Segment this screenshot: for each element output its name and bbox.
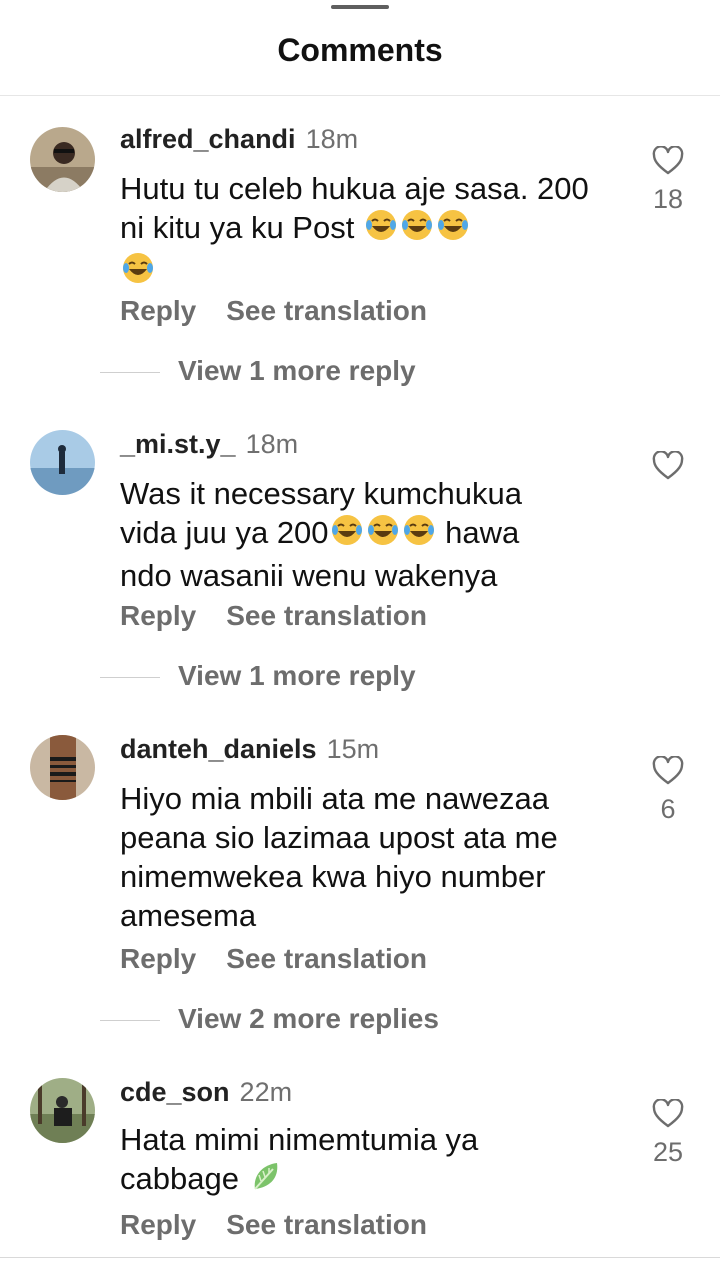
divider [0, 95, 720, 96]
heart-outline-icon[interactable] [648, 756, 688, 786]
username[interactable]: danteh_daniels [120, 734, 317, 764]
view-replies-label: View 1 more reply [178, 355, 416, 386]
like-count: 6 [660, 794, 676, 824]
comment-actions: Reply See translation [120, 1209, 427, 1241]
laughing-tears-emoji-icon [400, 208, 434, 251]
see-translation-button[interactable]: See translation [226, 1209, 427, 1240]
laughing-tears-emoji-icon [121, 251, 155, 294]
like-count: 18 [652, 184, 684, 214]
comment-body: Hutu tu celeb hukua aje sasa. 200 ni kit… [120, 171, 589, 245]
timestamp: 22m [239, 1077, 293, 1107]
reply-thread-line [100, 1020, 160, 1022]
timestamp: 15m [326, 734, 380, 764]
divider [0, 1257, 720, 1258]
comment-body-line: vida juu ya 200 [120, 515, 329, 550]
timestamp: 18m [305, 124, 359, 154]
laughing-tears-emoji-icon [436, 208, 470, 251]
reply-thread-line [100, 677, 160, 679]
username[interactable]: alfred_chandi [120, 124, 296, 154]
comment-actions: Reply See translation [120, 295, 427, 327]
reply-button[interactable]: Reply [120, 943, 196, 974]
comment-body-line: Was it necessary kumchukua [120, 476, 523, 511]
username[interactable]: cde_son [120, 1077, 230, 1107]
comment-actions: Reply See translation [120, 600, 427, 632]
like-control: 25 [648, 1099, 688, 1168]
comment-body: Hiyo mia mbili ata me nawezaa peana sio … [120, 781, 558, 933]
like-control: 6 [648, 756, 688, 825]
see-translation-button[interactable]: See translation [226, 943, 427, 974]
comment-text: Hutu tu celeb hukua aje sasa. 200 ni kit… [120, 169, 600, 294]
page-title: Comments [277, 32, 443, 68]
view-replies-button[interactable]: View 1 more reply [100, 660, 416, 692]
comment-body-line: ndo wasanii wenu wakenya [120, 558, 498, 593]
timestamp: 18m [245, 429, 299, 459]
see-translation-button[interactable]: See translation [226, 295, 427, 326]
view-replies-button[interactable]: View 1 more reply [100, 355, 416, 387]
drag-handle[interactable] [331, 5, 389, 9]
comment-text: Was it necessary kumchukua vida juu ya 2… [120, 474, 620, 595]
comment-header: danteh_daniels 15m [120, 732, 379, 766]
heart-outline-icon[interactable] [648, 1099, 688, 1129]
username[interactable]: _mi.st.y_ [120, 429, 236, 459]
heart-outline-icon[interactable] [648, 146, 688, 176]
reply-button[interactable]: Reply [120, 1209, 196, 1240]
comment-text: Hiyo mia mbili ata me nawezaa peana sio … [120, 779, 620, 935]
comment-body: Hata mimi nimemtumia ya cabbage [120, 1122, 479, 1196]
comment-header: alfred_chandi 18m [120, 122, 358, 156]
comment-actions: Reply See translation [120, 943, 427, 975]
reply-thread-line [100, 372, 160, 374]
laughing-tears-emoji-icon [330, 513, 364, 556]
avatar[interactable] [30, 430, 95, 495]
laughing-tears-emoji-icon [402, 513, 436, 556]
reply-button[interactable]: Reply [120, 600, 196, 631]
avatar[interactable] [30, 735, 95, 800]
avatar[interactable] [30, 127, 95, 192]
laughing-tears-emoji-icon [364, 208, 398, 251]
comment-header: cde_son 22m [120, 1075, 292, 1109]
heart-outline-icon[interactable] [648, 451, 688, 481]
like-control [648, 451, 688, 481]
leafy-green-emoji-icon [249, 1159, 283, 1202]
see-translation-button[interactable]: See translation [226, 600, 427, 631]
laughing-tears-emoji-icon [366, 513, 400, 556]
reply-button[interactable]: Reply [120, 295, 196, 326]
comment-text: Hata mimi nimemtumia ya cabbage [120, 1120, 550, 1202]
like-control: 18 [648, 146, 688, 215]
view-replies-label: View 2 more replies [178, 1003, 439, 1034]
avatar[interactable] [30, 1078, 95, 1143]
comment-body-line: hawa [436, 515, 520, 550]
like-count: 25 [652, 1137, 684, 1167]
view-replies-button[interactable]: View 2 more replies [100, 1003, 439, 1035]
view-replies-label: View 1 more reply [178, 660, 416, 691]
comment-header: _mi.st.y_ 18m [120, 427, 298, 461]
